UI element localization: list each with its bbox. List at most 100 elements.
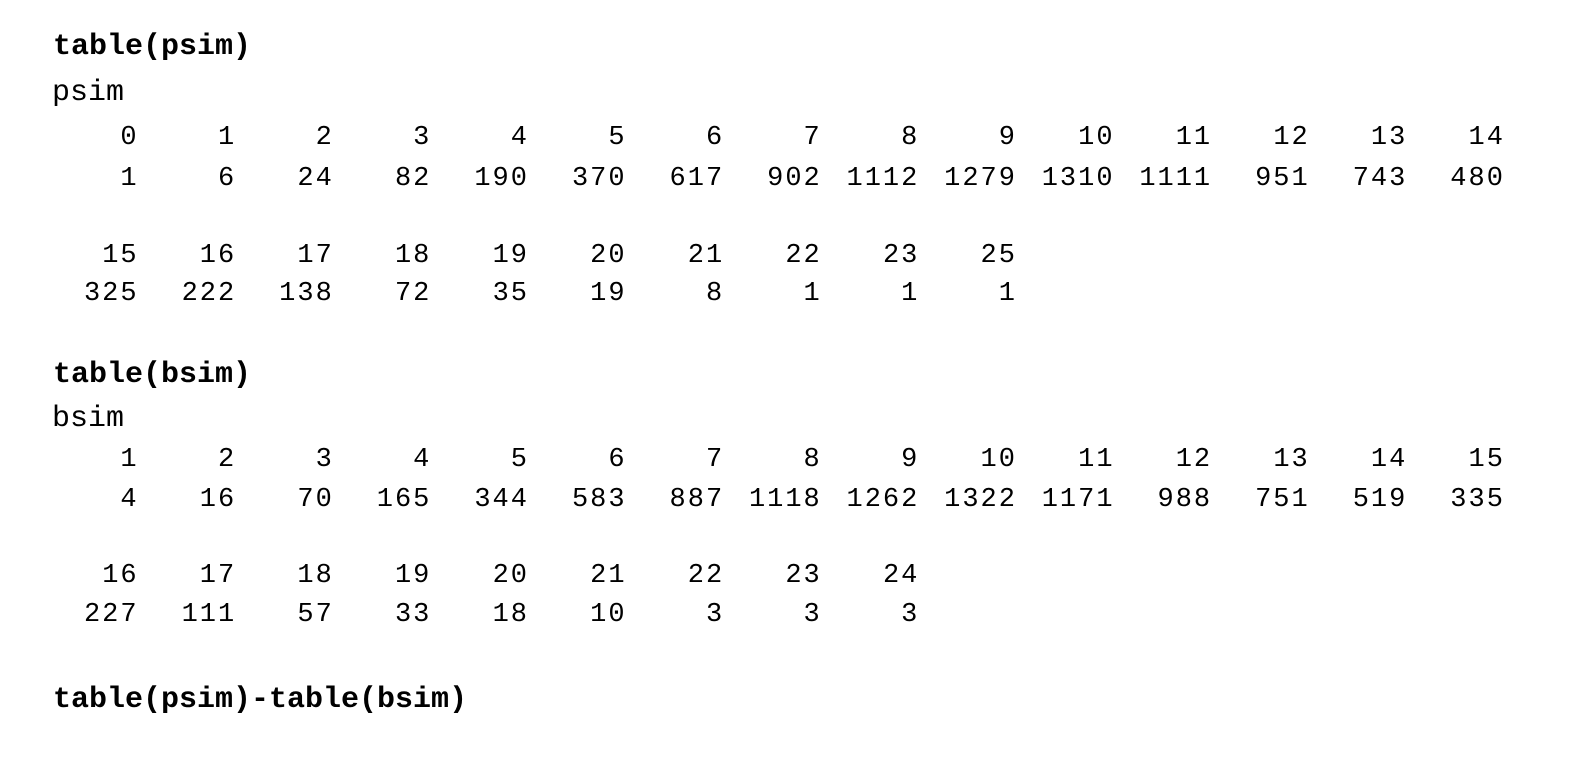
table-count-cell: 3 <box>803 600 822 630</box>
table-header-cell: 3 <box>413 123 432 153</box>
table-count-cell: 743 <box>1352 164 1408 194</box>
table-count-cell: 480 <box>1450 164 1505 194</box>
table-count-cell: 1111 <box>1139 164 1213 194</box>
table-header-cell: 1 <box>217 123 237 153</box>
table-count-cell: 18 <box>492 600 529 630</box>
table-header-cell: 7 <box>803 123 822 153</box>
table-header-cell: 12 <box>1175 445 1213 475</box>
table-count-cell: 951 <box>1255 164 1310 194</box>
command-table-difference: table(psim)-table(bsim) <box>53 683 468 717</box>
table-count-cell: 751 <box>1255 485 1310 515</box>
table-varname-bsim: bsim <box>52 402 125 436</box>
table-count-cell: 190 <box>474 164 529 194</box>
table-header-cell: 11 <box>1175 123 1213 153</box>
table-count-cell: 72 <box>394 279 432 309</box>
table-header-cell: 5 <box>608 123 627 153</box>
table-header-cell: 9 <box>901 445 920 475</box>
table-count-cell: 111 <box>181 600 237 630</box>
table-count-cell: 1 <box>120 164 139 194</box>
table-header-cell: 22 <box>785 241 822 271</box>
table-header-cell: 18 <box>297 561 334 591</box>
table-header-cell: 12 <box>1273 123 1310 153</box>
table-count-cell: 1 <box>901 279 920 309</box>
table-header-cell: 8 <box>901 123 920 153</box>
table-header-cell: 10 <box>1078 123 1115 153</box>
table-header-cell: 25 <box>980 241 1017 271</box>
table-count-cell: 35 <box>492 279 529 309</box>
table-count-cell: 138 <box>279 279 334 309</box>
table-count-cell: 335 <box>1450 485 1505 515</box>
table-header-cell: 14 <box>1370 445 1408 475</box>
table-header-cell: 4 <box>413 445 432 475</box>
table-count-cell: 1262 <box>846 485 920 515</box>
command-table-psim: table(psim) <box>53 30 252 64</box>
table-header-cell: 8 <box>803 445 822 475</box>
table-header-cell: 23 <box>882 241 920 271</box>
r-console-output: table(psim) psim 0 1 2 3 4 5 6 7 8 9 10 11 12 13 14 16… <box>0 0 1582 782</box>
table-header-cell: 13 <box>1370 123 1408 153</box>
table-header-cell: 1 <box>120 445 139 475</box>
table-count-cell: 10 <box>590 600 627 630</box>
table-header-cell: 23 <box>785 561 822 591</box>
table-count-cell: 3 <box>705 600 725 630</box>
table-header-cell: 19 <box>492 241 529 271</box>
table-count-cell: 988 <box>1157 485 1213 515</box>
table-header-cell: 22 <box>687 561 725 591</box>
table-count-cell: 82 <box>394 164 432 194</box>
table-header-row: 16 17 18 19 20 21 22 23 24 <box>41 560 919 592</box>
table-header-cell: 16 <box>199 241 237 271</box>
table-header-cell: 0 <box>120 123 139 153</box>
table-header-cell: 9 <box>998 123 1017 153</box>
table-count-cell: 370 <box>571 164 627 194</box>
table-header-cell: 19 <box>394 561 432 591</box>
table-count-cell: 70 <box>297 485 334 515</box>
table-header-cell: 5 <box>510 445 529 475</box>
table-count-cell: 887 <box>669 485 725 515</box>
table-count-cell: 16 <box>199 485 237 515</box>
table-count-cell: 19 <box>590 279 627 309</box>
table-header-cell: 10 <box>980 445 1017 475</box>
table-header-cell: 6 <box>705 123 725 153</box>
command-table-bsim: table(bsim) <box>53 358 252 392</box>
table-header-cell: 15 <box>1468 445 1505 475</box>
table-header-cell: 21 <box>687 241 725 271</box>
table-header-cell: 15 <box>102 241 139 271</box>
table-count-row: 325 222 138 72 35 19 8 1 1 1 <box>41 278 1017 310</box>
table-header-cell: 4 <box>510 123 529 153</box>
table-header-row: 1 2 3 4 5 6 7 8 9 10 11 12 13 14 15 <box>41 444 1505 476</box>
table-count-cell: 4 <box>120 485 139 515</box>
table-count-cell: 222 <box>181 279 237 309</box>
table-count-cell: 8 <box>705 279 725 309</box>
table-header-cell: 17 <box>199 561 237 591</box>
table-header-cell: 2 <box>217 445 237 475</box>
table-count-cell: 1310 <box>1041 164 1115 194</box>
table-count-cell: 1 <box>998 279 1017 309</box>
table-header-cell: 20 <box>590 241 627 271</box>
table-count-cell: 227 <box>83 600 139 630</box>
table-header-cell: 3 <box>315 445 334 475</box>
table-count-cell: 1171 <box>1041 485 1115 515</box>
table-count-cell: 1322 <box>944 485 1017 515</box>
table-count-cell: 33 <box>394 600 432 630</box>
table-count-row: 227 111 57 33 18 10 3 3 3 <box>41 599 919 631</box>
table-header-row: 0 1 2 3 4 5 6 7 8 9 10 11 12 13 14 <box>41 122 1505 154</box>
table-header-cell: 24 <box>882 561 920 591</box>
table-count-cell: 1279 <box>944 164 1017 194</box>
table-header-cell: 7 <box>705 445 725 475</box>
table-count-cell: 1112 <box>846 164 920 194</box>
table-count-cell: 165 <box>376 485 432 515</box>
table-header-cell: 21 <box>590 561 627 591</box>
table-count-cell: 519 <box>1352 485 1408 515</box>
table-count-cell: 6 <box>217 164 237 194</box>
table-header-cell: 16 <box>102 561 139 591</box>
table-count-cell: 57 <box>297 600 334 630</box>
table-count-cell: 1 <box>803 279 822 309</box>
table-varname-psim: psim <box>52 76 125 110</box>
table-header-cell: 18 <box>394 241 432 271</box>
table-count-cell: 344 <box>474 485 529 515</box>
table-header-cell: 11 <box>1078 445 1115 475</box>
table-header-row: 15 16 17 18 19 20 21 22 23 25 <box>41 240 1017 272</box>
table-count-row: 4 16 70 165 344 583 887 1118 1262 1322 1171 988 751 5… <box>41 484 1505 516</box>
table-count-cell: 3 <box>901 600 920 630</box>
table-header-cell: 6 <box>608 445 627 475</box>
